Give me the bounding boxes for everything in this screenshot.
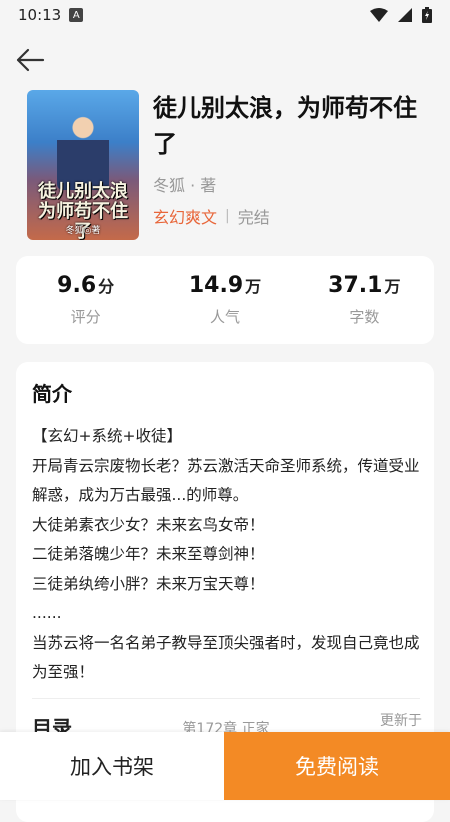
stat-popularity: 14.9 万 人气 bbox=[155, 256, 294, 344]
tag-separator: | bbox=[225, 208, 230, 224]
intro-line: ...... bbox=[32, 604, 62, 622]
bottom-action-bar: 加入书架 免费阅读 bbox=[0, 732, 450, 800]
genre-tag[interactable]: 玄幻爽文 bbox=[153, 204, 217, 228]
stat-unit: 万 bbox=[245, 277, 262, 296]
cover-figure bbox=[57, 110, 109, 190]
stat-unit: 分 bbox=[98, 277, 115, 296]
intro-line: 当苏云将一名名弟子教导至顶尖强者时，发现自己竟也成为至强！ bbox=[32, 633, 420, 682]
status-bar: 10:13 A bbox=[0, 0, 450, 30]
wifi-icon bbox=[370, 8, 388, 22]
signal-icon bbox=[398, 8, 412, 22]
stat-value: 14.9 bbox=[188, 273, 244, 298]
stats-card: 9.6 分 评分 14.9 万 人气 37.1 万 字数 bbox=[16, 256, 434, 344]
intro-line: 三徒弟纨绔小胖？未来万宝天尊！ bbox=[32, 574, 265, 593]
stat-value: 9.6 bbox=[57, 273, 97, 298]
stat-label: 字数 bbox=[349, 308, 380, 326]
stat-label: 评分 bbox=[70, 308, 101, 326]
book-author[interactable]: 冬狐 · 著 bbox=[153, 172, 216, 196]
intro-text: 【玄幻+系统+收徒】 开局青云宗废物长老？苏云激活天命圣师系统，传道受业解惑，成… bbox=[32, 422, 424, 688]
intro-line: 开局青云宗废物长老？苏云激活天命圣师系统，传道受业解惑，成为万古最强...的师尊… bbox=[32, 456, 420, 505]
status-tag: 完结 bbox=[237, 208, 270, 227]
book-cover[interactable]: 徒儿别太浪为师苟不住了 冬狐◎著 bbox=[27, 90, 139, 240]
catalog-update: 更新于 bbox=[379, 713, 422, 729]
intro-line: 【玄幻+系统+收徒】 bbox=[32, 427, 182, 445]
stat-unit: 万 bbox=[384, 277, 401, 296]
stat-value: 37.1 bbox=[328, 273, 383, 298]
add-to-shelf-button[interactable]: 加入书架 bbox=[0, 732, 224, 800]
intro-heading: 简介 bbox=[32, 382, 72, 406]
book-tags: 玄幻爽文 | 完结 bbox=[153, 204, 270, 228]
intro-line: 大徒弟素衣少女？未来玄鸟女帝！ bbox=[32, 515, 265, 534]
status-time: 10:13 bbox=[18, 6, 62, 24]
book-header: 徒儿别太浪为师苟不住了 冬狐◎著 徒儿别太浪，为师苟不住了 冬狐 · 著 玄幻爽… bbox=[27, 90, 427, 240]
stat-rating: 9.6 分 评分 bbox=[16, 256, 155, 344]
free-read-button[interactable]: 免费阅读 bbox=[224, 732, 450, 800]
intro-line: 二徒弟落魄少年？未来至尊剑神！ bbox=[32, 545, 265, 563]
cover-author: 冬狐◎著 bbox=[65, 226, 101, 236]
stat-word-count: 37.1 万 字数 bbox=[295, 256, 434, 344]
back-button[interactable] bbox=[12, 44, 48, 76]
battery-icon bbox=[422, 7, 432, 23]
stat-label: 人气 bbox=[209, 308, 240, 326]
divider bbox=[32, 698, 420, 699]
notification-icon: A bbox=[69, 8, 84, 22]
book-title: 徒儿别太浪，为师苟不住了 bbox=[153, 94, 417, 158]
arrow-left-icon bbox=[16, 48, 45, 72]
